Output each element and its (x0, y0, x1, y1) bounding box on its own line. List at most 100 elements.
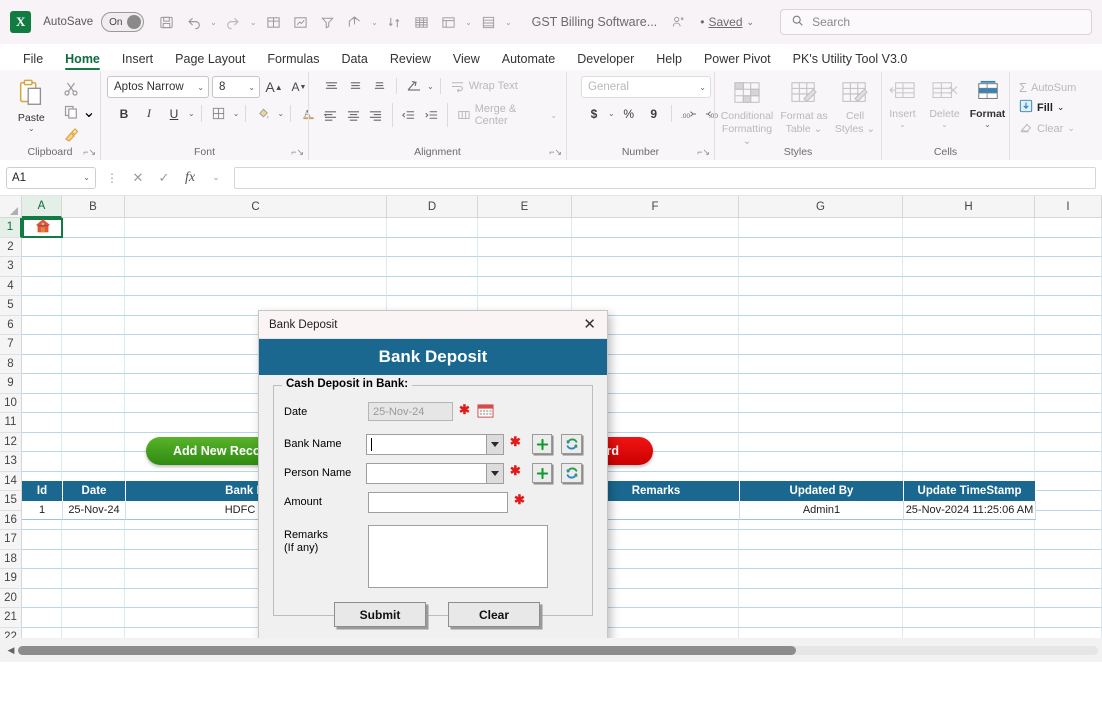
customize-quick-access-icon[interactable]: ⌄ (503, 18, 514, 27)
autosum-button[interactable]: Σ AutoSum (1016, 78, 1079, 97)
grid-cell-i1[interactable] (1035, 218, 1102, 238)
grid-cell-g8[interactable] (739, 354, 903, 374)
column-header-e[interactable]: E (478, 196, 572, 218)
grid-cell-i16[interactable] (1035, 510, 1102, 530)
row-header-13[interactable]: 13 (0, 452, 22, 472)
save-icon[interactable] (154, 9, 179, 35)
grid-cell-g13[interactable] (739, 452, 903, 472)
grid-cell-g21[interactable] (739, 608, 903, 628)
copy-icon[interactable] (60, 102, 82, 122)
save-status[interactable]: • Saved ⌄ (700, 15, 754, 29)
undo-chevron-down-icon[interactable]: ⌄ (208, 18, 219, 27)
row-header-19[interactable]: 19 (0, 569, 22, 589)
grid-cell-b2[interactable] (62, 237, 125, 257)
italic-button[interactable]: I (138, 103, 160, 124)
grid-cell-b17[interactable] (62, 530, 125, 550)
row-header-2[interactable]: 2 (0, 237, 22, 257)
grid-cell-a2[interactable] (22, 237, 62, 257)
add-person-name-button[interactable] (531, 463, 553, 483)
grid-cell-i17[interactable] (1035, 530, 1102, 550)
grid-cell-f2[interactable] (572, 237, 739, 257)
grid-cell-c2[interactable] (125, 237, 387, 257)
delete-cells-button[interactable]: Delete ⌄ (925, 78, 965, 129)
formula-input[interactable] (234, 166, 1096, 189)
grid-cell-i3[interactable] (1035, 257, 1102, 277)
bank-deposit-dialog[interactable]: Bank Deposit ✕ Bank Deposit Cash Deposit… (258, 310, 608, 656)
grid-cell-h5[interactable] (903, 296, 1035, 316)
fill-button[interactable]: Fill ⌄ (1016, 97, 1067, 118)
grid-cell-h10[interactable] (903, 393, 1035, 413)
grid-cell-g1[interactable] (739, 218, 903, 238)
grid-cell-i2[interactable] (1035, 237, 1102, 257)
grid-cell-e4[interactable] (478, 276, 572, 296)
grid-cell-c1[interactable] (125, 218, 387, 238)
merge-center-button[interactable]: Merge & Center ⌄ (454, 101, 560, 129)
fill-chevron-down-icon[interactable]: ⌄ (1057, 102, 1065, 113)
grid-cell-i15[interactable] (1035, 491, 1102, 511)
grid-cell-a12[interactable] (22, 432, 62, 452)
grid-cell-f3[interactable] (572, 257, 739, 277)
increase-indent-icon[interactable] (421, 105, 441, 125)
filter-icon[interactable] (315, 9, 340, 35)
grid-cell-f1[interactable] (572, 218, 739, 238)
grid-cell-d3[interactable] (387, 257, 478, 277)
grid-cell-g10[interactable] (739, 393, 903, 413)
chart-icon[interactable] (288, 9, 313, 35)
grid-cell-g19[interactable] (739, 569, 903, 589)
clear-button[interactable]: Clear ⌄ (1016, 118, 1078, 139)
checkmark-icon[interactable]: ✓ (154, 167, 174, 189)
remarks-textarea[interactable] (368, 525, 548, 588)
grid-cell-b18[interactable] (62, 549, 125, 569)
grid-cell-g5[interactable] (739, 296, 903, 316)
grid-cell-g6[interactable] (739, 315, 903, 335)
borders-icon[interactable] (208, 103, 230, 124)
tab-page-layout[interactable]: Page Layout (164, 50, 256, 70)
tab-formulas[interactable]: Formulas (256, 50, 330, 70)
grid-cell-a6[interactable] (22, 315, 62, 335)
name-box[interactable]: A1 ⌄ (6, 166, 96, 189)
delete-cells-chevron-down-icon[interactable]: ⌄ (941, 120, 948, 129)
scissors-icon[interactable] (60, 79, 82, 99)
tab-file[interactable]: File (12, 50, 54, 70)
grid-cell-a17[interactable] (22, 530, 62, 550)
currency-format-button[interactable]: $ (583, 103, 605, 124)
row-header-9[interactable]: 9 (0, 374, 22, 394)
grid-cell-i10[interactable] (1035, 393, 1102, 413)
redo-icon[interactable] (221, 9, 246, 35)
fill-color-icon[interactable] (252, 103, 274, 124)
tab-insert[interactable]: Insert (111, 50, 164, 70)
row-header-21[interactable]: 21 (0, 608, 22, 628)
column-header-d[interactable]: D (387, 196, 478, 218)
grid-cell-h2[interactable] (903, 237, 1035, 257)
align-top-icon[interactable] (321, 76, 342, 96)
grid-cell-b9[interactable] (62, 374, 125, 394)
conditional-formatting-button[interactable]: Conditional Formatting ⌄ (719, 78, 775, 147)
grid-cell-h18[interactable] (903, 549, 1035, 569)
grid-icon[interactable] (409, 9, 434, 35)
decrease-indent-icon[interactable] (399, 105, 419, 125)
person-name-combo[interactable] (366, 463, 504, 484)
grid-cell-h3[interactable] (903, 257, 1035, 277)
font-dialog-launcher-icon[interactable]: ⌐↘ (291, 147, 304, 158)
grid-cell-a4[interactable] (22, 276, 62, 296)
grid-cell-b1[interactable] (62, 218, 125, 238)
format-as-table-button[interactable]: Format as Table ⌄ (779, 78, 829, 135)
grid-cell-i12[interactable] (1035, 432, 1102, 452)
orientation-chevron-down-icon[interactable]: ⌄ (427, 82, 434, 91)
grid-cell-e2[interactable] (478, 237, 572, 257)
format-painter-icon[interactable] (60, 125, 82, 145)
row-header-20[interactable]: 20 (0, 588, 22, 608)
grid-cell-i6[interactable] (1035, 315, 1102, 335)
grid-cell-b20[interactable] (62, 588, 125, 608)
grid-cell-h7[interactable] (903, 335, 1035, 355)
redo-chevron-down-icon[interactable]: ⌄ (248, 18, 259, 27)
font-name-combo[interactable]: Aptos Narrow ⌄ (107, 76, 209, 98)
underline-button[interactable]: U (163, 103, 185, 124)
column-header-f[interactable]: F (572, 196, 739, 218)
grid-cell-h6[interactable] (903, 315, 1035, 335)
horizontal-scrollbar[interactable]: ◀ (0, 638, 1102, 662)
grid-cell-b4[interactable] (62, 276, 125, 296)
column-header-g[interactable]: G (739, 196, 903, 218)
grid-cell-c3[interactable] (125, 257, 387, 277)
tab-view[interactable]: View (442, 50, 491, 70)
